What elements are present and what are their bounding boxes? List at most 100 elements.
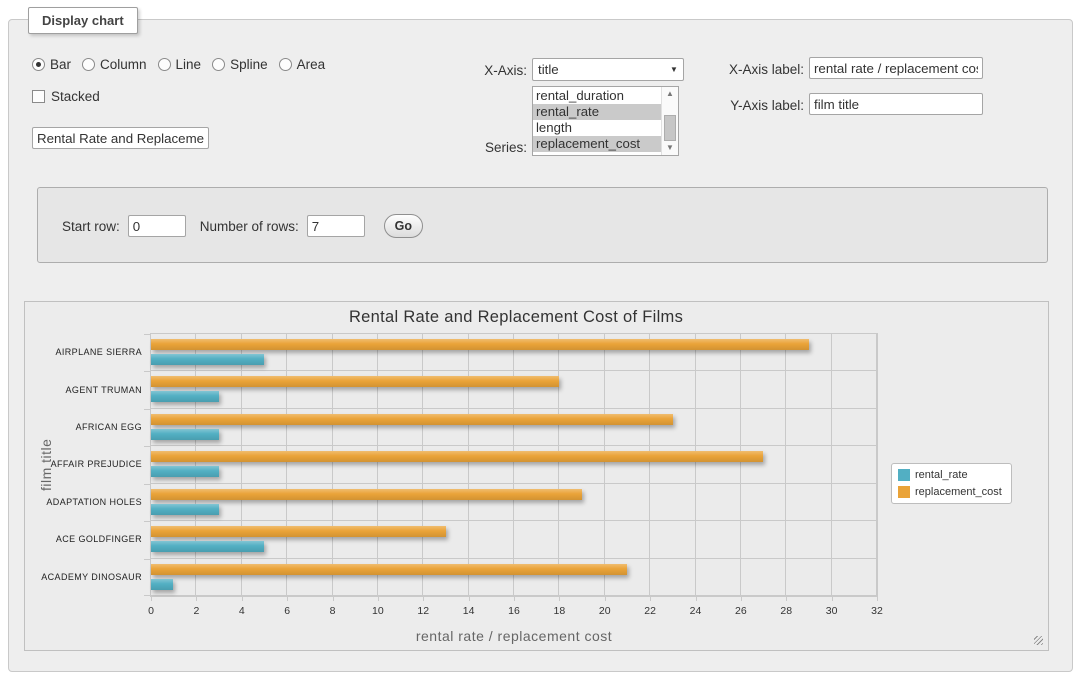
scrollbar-thumb[interactable] bbox=[664, 115, 676, 141]
x-axis-tick bbox=[469, 596, 470, 601]
x-axis-tick-label: 24 bbox=[690, 605, 702, 617]
plot-area: 02468101214161820222426283032AIRPLANE SI… bbox=[150, 333, 878, 597]
chart-type-option-column[interactable]: Column bbox=[82, 57, 147, 72]
x-axis-tick bbox=[333, 596, 334, 601]
series-listbox[interactable]: rental_durationrental_ratelengthreplacem… bbox=[532, 86, 679, 156]
x-axis-tick-label: 14 bbox=[463, 605, 475, 617]
bar-replacement_cost[interactable] bbox=[151, 489, 582, 500]
bar-replacement_cost[interactable] bbox=[151, 414, 673, 425]
x-axis-tick bbox=[832, 596, 833, 601]
x-axis-select-label: X-Axis: bbox=[439, 63, 527, 78]
x-axis-tick bbox=[650, 596, 651, 601]
chart-category-row: ACE GOLDFINGER bbox=[151, 521, 877, 558]
display-chart-fieldset: Display chart BarColumnLineSplineArea St… bbox=[8, 19, 1073, 672]
x-axis-tick-label: 0 bbox=[148, 605, 154, 617]
y-axis-tick bbox=[144, 446, 151, 447]
chart-category-row: ADAPTATION HOLES bbox=[151, 484, 877, 521]
category-label: AIRPLANE SIERRA bbox=[55, 347, 142, 357]
x-axis-tick bbox=[786, 596, 787, 601]
start-row-input[interactable] bbox=[128, 215, 186, 237]
bar-rental_rate[interactable] bbox=[151, 504, 219, 515]
radio-label: Bar bbox=[50, 57, 71, 72]
y-axis-tick bbox=[144, 334, 151, 335]
chart-type-option-line[interactable]: Line bbox=[158, 57, 202, 72]
category-label: AFRICAN EGG bbox=[76, 422, 142, 432]
bar-rental_rate[interactable] bbox=[151, 391, 219, 402]
x-axis-tick-label: 10 bbox=[372, 605, 384, 617]
bar-replacement_cost[interactable] bbox=[151, 526, 446, 537]
fieldset-legend: Display chart bbox=[28, 7, 138, 34]
bar-rental_rate[interactable] bbox=[151, 429, 219, 440]
series-scrollbar[interactable]: ▲ ▼ bbox=[661, 87, 678, 155]
radio-icon[interactable] bbox=[212, 58, 225, 71]
scroll-up-icon[interactable]: ▲ bbox=[662, 87, 678, 101]
legend-item-replacement_cost[interactable]: replacement_cost bbox=[898, 486, 1002, 498]
bar-replacement_cost[interactable] bbox=[151, 451, 763, 462]
start-row-label: Start row: bbox=[62, 219, 120, 234]
radio-icon[interactable] bbox=[32, 58, 45, 71]
chart-legend: rental_rate replacement_cost bbox=[891, 463, 1012, 504]
x-axis-tick-label: 12 bbox=[417, 605, 429, 617]
series-options: rental_durationrental_ratelengthreplacem… bbox=[533, 87, 661, 155]
bar-replacement_cost[interactable] bbox=[151, 339, 809, 350]
chart-category-row: AIRPLANE SIERRA bbox=[151, 334, 877, 371]
x-axis-tick bbox=[877, 596, 878, 601]
x-axis-label-input[interactable] bbox=[809, 57, 983, 79]
x-axis-tick-label: 22 bbox=[644, 605, 656, 617]
y-axis-tick bbox=[144, 521, 151, 522]
legend-label: rental_rate bbox=[915, 469, 968, 481]
bar-rental_rate[interactable] bbox=[151, 354, 264, 365]
bar-rental_rate[interactable] bbox=[151, 579, 173, 590]
bar-replacement_cost[interactable] bbox=[151, 564, 627, 575]
series-option-replacement_cost[interactable]: replacement_cost bbox=[533, 136, 661, 152]
x-axis-tick-label: 2 bbox=[193, 605, 199, 617]
x-axis-tick-label: 20 bbox=[599, 605, 611, 617]
y-axis-label-input[interactable] bbox=[809, 93, 983, 115]
chart-title-input[interactable] bbox=[32, 127, 209, 149]
series-option-rental_duration[interactable]: rental_duration bbox=[533, 88, 661, 104]
x-axis-tick-label: 18 bbox=[554, 605, 566, 617]
legend-item-rental_rate[interactable]: rental_rate bbox=[898, 469, 1002, 481]
y-axis-tick bbox=[144, 409, 151, 410]
stacked-checkbox[interactable] bbox=[32, 90, 45, 103]
radio-icon[interactable] bbox=[158, 58, 171, 71]
series-option-length[interactable]: length bbox=[533, 120, 661, 136]
bar-rental_rate[interactable] bbox=[151, 541, 264, 552]
bar-rental_rate[interactable] bbox=[151, 466, 219, 477]
radio-icon[interactable] bbox=[82, 58, 95, 71]
x-axis-tick-label: 30 bbox=[826, 605, 838, 617]
x-axis-select[interactable]: title ▼ bbox=[532, 58, 684, 81]
legend-swatch bbox=[898, 469, 910, 481]
x-axis-tick bbox=[559, 596, 560, 601]
x-axis-label-label: X-Axis label: bbox=[699, 62, 804, 77]
radio-icon[interactable] bbox=[279, 58, 292, 71]
x-axis-tick bbox=[196, 596, 197, 601]
category-label: AGENT TRUMAN bbox=[66, 385, 142, 395]
chart-resize-handle[interactable] bbox=[1034, 636, 1043, 645]
x-axis-tick-label: 8 bbox=[330, 605, 336, 617]
bar-replacement_cost[interactable] bbox=[151, 376, 559, 387]
x-axis-tick bbox=[423, 596, 424, 601]
scroll-down-icon[interactable]: ▼ bbox=[662, 141, 678, 155]
page: Display chart Bar Column Line Spline Area St… bbox=[0, 0, 1081, 681]
category-label: ACADEMY DINOSAUR bbox=[41, 572, 142, 582]
series-option-rental_rate[interactable]: rental_rate bbox=[533, 104, 661, 120]
chart-category-row: AGENT TRUMAN bbox=[151, 371, 877, 408]
radio-label: Spline bbox=[230, 57, 268, 72]
chart-type-option-area[interactable]: Area bbox=[279, 57, 326, 72]
row-controls: Start row: Number of rows: Go bbox=[62, 214, 423, 238]
chart-type-option-bar[interactable]: Bar bbox=[32, 57, 71, 72]
legend-swatch bbox=[898, 486, 910, 498]
chart-category-row: ACADEMY DINOSAUR bbox=[151, 559, 877, 596]
chart-type-option-spline[interactable]: Spline bbox=[212, 57, 268, 72]
x-axis-selected-value: title bbox=[533, 62, 665, 77]
go-button[interactable]: Go bbox=[384, 214, 423, 238]
x-axis-tick-label: 28 bbox=[780, 605, 792, 617]
x-axis-tick-label: 16 bbox=[508, 605, 520, 617]
x-axis-tick bbox=[378, 596, 379, 601]
number-of-rows-input[interactable] bbox=[307, 215, 365, 237]
chart-title: Rental Rate and Replacement Cost of Film… bbox=[25, 308, 1007, 327]
category-label: ADAPTATION HOLES bbox=[46, 497, 142, 507]
stacked-checkbox-row[interactable]: Stacked bbox=[32, 89, 100, 104]
x-axis-tick bbox=[287, 596, 288, 601]
